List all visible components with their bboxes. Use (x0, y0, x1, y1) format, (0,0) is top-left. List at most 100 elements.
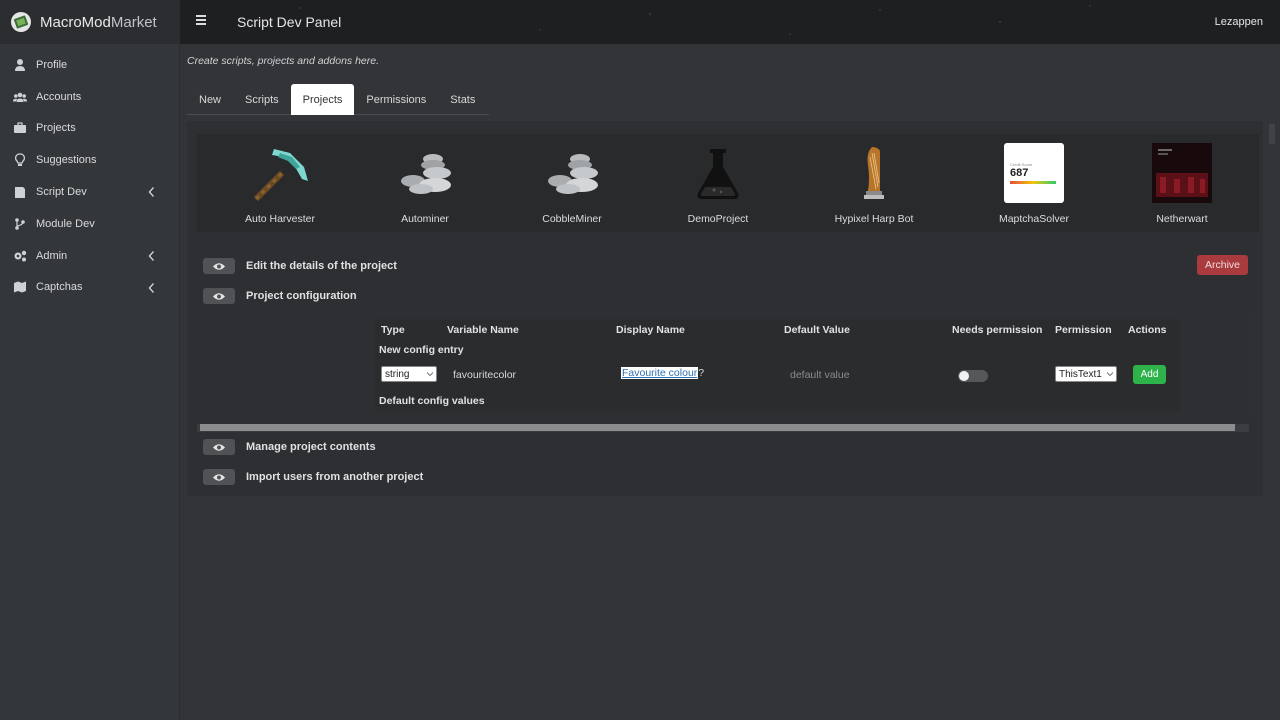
column-header-display-name: Display Name (616, 324, 685, 336)
column-header-default-value: Default Value (784, 324, 850, 336)
user-icon (12, 58, 28, 72)
toggle-visibility-button[interactable] (203, 258, 235, 274)
project-name: Auto Harvester (244, 213, 316, 225)
eye-icon (213, 443, 225, 451)
sidebar-item-admin[interactable]: Admin (0, 240, 179, 272)
chevron-left-icon (147, 282, 155, 294)
score-number: 687 (1010, 167, 1029, 179)
section-edit-details: Edit the details of the project (203, 257, 397, 275)
tab-permissions[interactable]: Permissions (354, 84, 438, 115)
chevron-left-icon (147, 250, 155, 262)
project-list: Auto Harvester Autominer CobbleMiner Dem… (197, 134, 1259, 232)
eye-icon (213, 292, 225, 300)
eye-icon (213, 262, 225, 270)
sidebar-menu: Profile Accounts Projects Suggestions Sc… (0, 49, 179, 303)
sidebar-item-label: Admin (36, 249, 68, 262)
column-header-needs-permission: Needs permission (952, 324, 1043, 336)
briefcase-icon (12, 121, 28, 135)
stones-icon (395, 143, 455, 203)
page-subtitle: Create scripts, projects and addons here… (187, 55, 380, 67)
chevron-down-icon (1107, 372, 1113, 377)
netherwart-thumbnail (1152, 143, 1212, 203)
project-card-demoproject[interactable]: DemoProject (663, 143, 773, 225)
sidebar-item-captchas[interactable]: Captchas (0, 272, 179, 304)
tab-new[interactable]: New (187, 84, 233, 115)
project-card-hypixel-harp-bot[interactable]: Hypixel Harp Bot (819, 143, 929, 225)
column-header-permission: Permission (1055, 324, 1112, 336)
project-name: Autominer (401, 213, 449, 225)
section-label: Manage project contents (246, 441, 376, 453)
sidebar-item-label: Projects (36, 122, 76, 135)
selected-text: Favourite colour (621, 367, 699, 379)
column-header-type: Type (381, 324, 405, 336)
toggle-visibility-button[interactable] (203, 469, 235, 485)
section-manage-contents: Manage project contents (203, 438, 376, 456)
panel-scrollbar[interactable] (1269, 124, 1275, 144)
project-card-netherwart[interactable]: Netherwart (1127, 143, 1237, 225)
project-card-auto-harvester[interactable]: Auto Harvester (225, 143, 335, 225)
project-name: CobbleMiner (542, 213, 602, 225)
sidebar-item-projects[interactable]: Projects (0, 113, 179, 145)
sidebar: MacroModMarket Profile Accounts Projects… (0, 0, 180, 720)
brand-name: MacroModMarket (40, 13, 157, 31)
sidebar-item-label: Captchas (36, 281, 83, 294)
branch-icon (12, 217, 28, 231)
sidebar-item-module-dev[interactable]: Module Dev (0, 208, 179, 240)
project-name: MaptchaSolver (998, 213, 1070, 225)
sidebar-item-script-dev[interactable]: Script Dev (0, 176, 179, 208)
add-config-button[interactable]: Add (1133, 365, 1166, 384)
lightbulb-icon (12, 153, 28, 167)
vertical-scrollbar[interactable] (1250, 311, 1258, 421)
permission-select-value: ThisText1 (1059, 368, 1102, 380)
horizontal-scrollbar-thumb[interactable] (200, 424, 1235, 431)
top-header: Script Dev Panel Lezappen (180, 0, 1280, 44)
chevron-left-icon (147, 186, 155, 198)
stones-icon (542, 143, 602, 203)
default-value-field[interactable]: default value (790, 369, 850, 381)
section-import-users: Import users from another project (203, 468, 423, 486)
tab-scripts[interactable]: Scripts (233, 84, 291, 115)
sidebar-item-accounts[interactable]: Accounts (0, 81, 179, 113)
page-title: Script Dev Panel (237, 14, 342, 30)
variable-name-field[interactable]: favouritecolor (453, 369, 516, 381)
book-icon (12, 185, 28, 199)
section-label: Project configuration (246, 290, 357, 302)
users-icon (12, 90, 28, 104)
tab-bar: New Scripts Projects Permissions Stats (187, 84, 489, 115)
tab-stats[interactable]: Stats (438, 84, 487, 115)
type-select[interactable]: string (381, 366, 437, 382)
project-card-maptchasolver[interactable]: Credit Score 687 MaptchaSolver (979, 143, 1089, 225)
display-name-rest: ? (698, 367, 705, 379)
sidebar-item-label: Suggestions (36, 154, 97, 167)
section-label: Edit the details of the project (246, 260, 397, 272)
project-card-autominer[interactable]: Autominer (370, 143, 480, 225)
project-card-cobbleminer[interactable]: CobbleMiner (517, 143, 627, 225)
map-icon (12, 280, 28, 294)
user-menu[interactable]: Lezappen (1215, 16, 1263, 28)
flask-icon (688, 143, 748, 203)
project-name: Hypixel Harp Bot (834, 213, 914, 225)
hamburger-menu-icon[interactable] (196, 15, 206, 25)
project-name: DemoProject (687, 213, 749, 225)
pickaxe-icon (250, 143, 310, 203)
sidebar-item-profile[interactable]: Profile (0, 49, 179, 81)
new-config-entry-label: New config entry (379, 344, 464, 356)
toggle-visibility-button[interactable] (203, 288, 235, 304)
display-name-field[interactable]: Favourite colour? (621, 367, 704, 381)
permission-select[interactable]: ThisText1 (1055, 366, 1117, 382)
sidebar-item-label: Accounts (36, 90, 82, 103)
score-card-icon: Credit Score 687 (1004, 143, 1064, 203)
sidebar-item-label: Profile (36, 58, 68, 71)
toggle-knob (959, 371, 969, 381)
column-header-variable-name: Variable Name (447, 324, 519, 336)
chevron-down-icon (427, 372, 433, 377)
archive-button[interactable]: Archive (1197, 255, 1248, 275)
sidebar-item-suggestions[interactable]: Suggestions (0, 144, 179, 176)
column-header-actions: Actions (1128, 324, 1167, 336)
tab-projects[interactable]: Projects (290, 84, 355, 115)
harp-icon (844, 143, 904, 203)
brand[interactable]: MacroModMarket (0, 0, 179, 44)
toggle-visibility-button[interactable] (203, 439, 235, 455)
needs-permission-toggle[interactable] (958, 370, 988, 382)
type-select-value: string (385, 368, 410, 380)
